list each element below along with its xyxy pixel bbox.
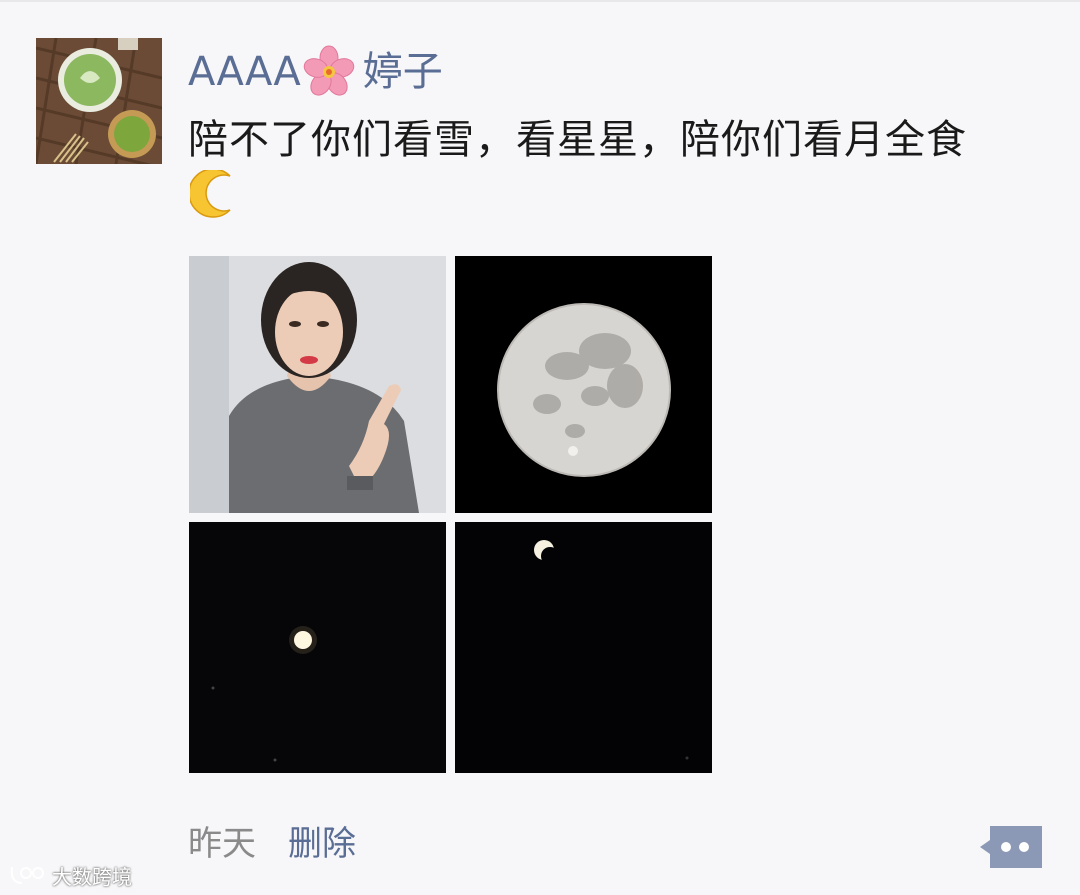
avatar[interactable] — [36, 38, 162, 164]
author-name[interactable]: AAAA 婷子 — [188, 44, 443, 100]
post-text: 陪不了你们看雪，看星星，陪你们看月全食 — [188, 117, 967, 163]
watermark-logo-icon — [10, 866, 44, 884]
full-moon-photo-icon — [455, 256, 712, 513]
full-moon-photo[interactable] — [455, 256, 712, 513]
selfie-photo-icon — [189, 256, 446, 513]
comment-more-icon — [980, 826, 1042, 868]
watermark-text: 大数跨境 — [52, 864, 132, 889]
selfie-photo[interactable] — [189, 256, 446, 513]
night-moon-photo-icon — [189, 522, 446, 773]
cherry-blossom-icon — [301, 44, 357, 100]
eclipse-moon-photo-icon — [455, 522, 712, 773]
delete-link[interactable]: 删除 — [288, 822, 356, 866]
author-nickname-text: 婷子 — [362, 49, 443, 95]
comment-more-button[interactable] — [978, 824, 1044, 870]
post-timestamp: 昨天 — [188, 824, 256, 864]
matcha-avatar-icon — [36, 38, 162, 164]
author-name-text: AAAA — [188, 49, 301, 95]
crescent-moon-icon — [188, 168, 244, 224]
eclipse-moon-photo[interactable] — [455, 522, 712, 773]
night-moon-photo[interactable] — [189, 522, 446, 773]
top-divider — [0, 0, 1080, 2]
watermark: 大数跨境 — [8, 860, 132, 890]
